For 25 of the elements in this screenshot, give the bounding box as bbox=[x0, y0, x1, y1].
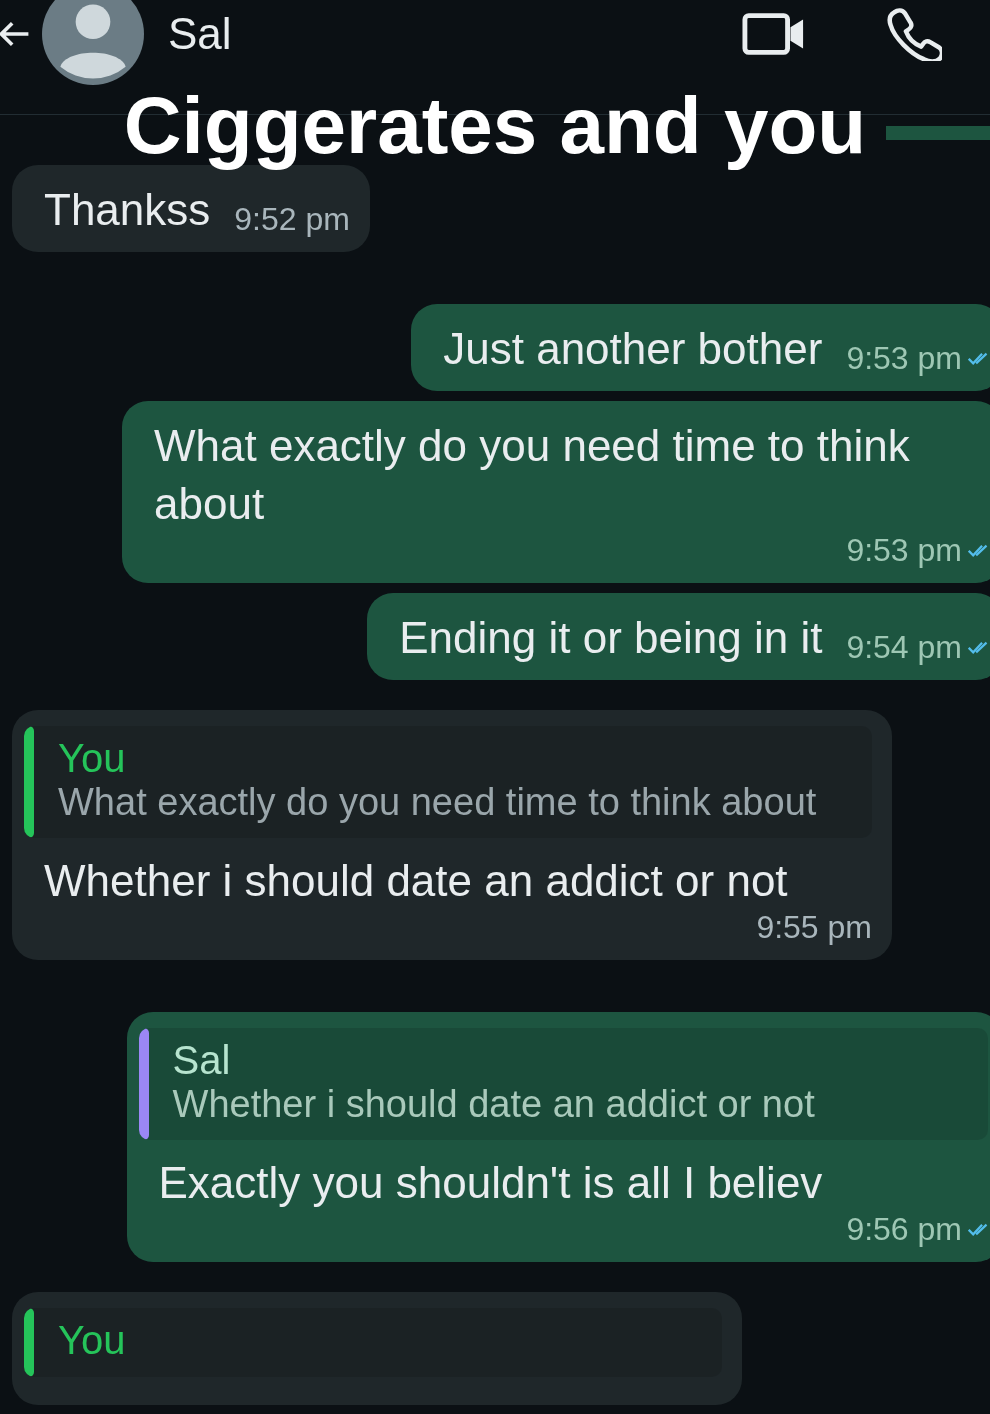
quote-text: Whether i should date an addict or not bbox=[172, 1083, 815, 1127]
video-call-icon[interactable] bbox=[742, 10, 806, 58]
quote-author: Sal bbox=[172, 1038, 232, 1084]
quote-text: What exactly do you need time to think about bbox=[58, 780, 817, 824]
phone-icon[interactable] bbox=[886, 7, 942, 61]
message-time: 9:52 pm bbox=[234, 201, 350, 239]
quote-author: You bbox=[58, 1318, 126, 1364]
message-text: Whether i should date an addict or not bbox=[44, 854, 788, 907]
message-text: Ending it or being in it bbox=[399, 611, 823, 664]
quoted-message[interactable]: Sal Whether i should date an addict or not bbox=[138, 1028, 988, 1141]
contact-name[interactable]: Sal bbox=[168, 9, 232, 59]
message-text: Just another bother bbox=[443, 323, 823, 376]
message-time: 9:54 pm bbox=[846, 628, 962, 666]
quoted-message[interactable]: You bbox=[24, 1308, 722, 1378]
avatar-icon[interactable] bbox=[42, 0, 144, 85]
caption-text: Ciggerates and you bbox=[123, 82, 867, 170]
message-time: 9:53 pm bbox=[846, 340, 962, 378]
message-time: 9:56 pm bbox=[846, 1211, 962, 1249]
quoted-message[interactable]: You What exactly do you need time to think about bbox=[24, 725, 872, 838]
message-time: 9:55 pm bbox=[756, 909, 872, 947]
message-text: Exactly you shouldn't is all I believ bbox=[158, 1157, 823, 1210]
message-time: 9:53 pm bbox=[846, 531, 962, 569]
message-text: What exactly do you need time to think about bbox=[154, 420, 911, 530]
message-text: Thankss bbox=[44, 184, 211, 236]
quote-author: You bbox=[58, 735, 127, 781]
